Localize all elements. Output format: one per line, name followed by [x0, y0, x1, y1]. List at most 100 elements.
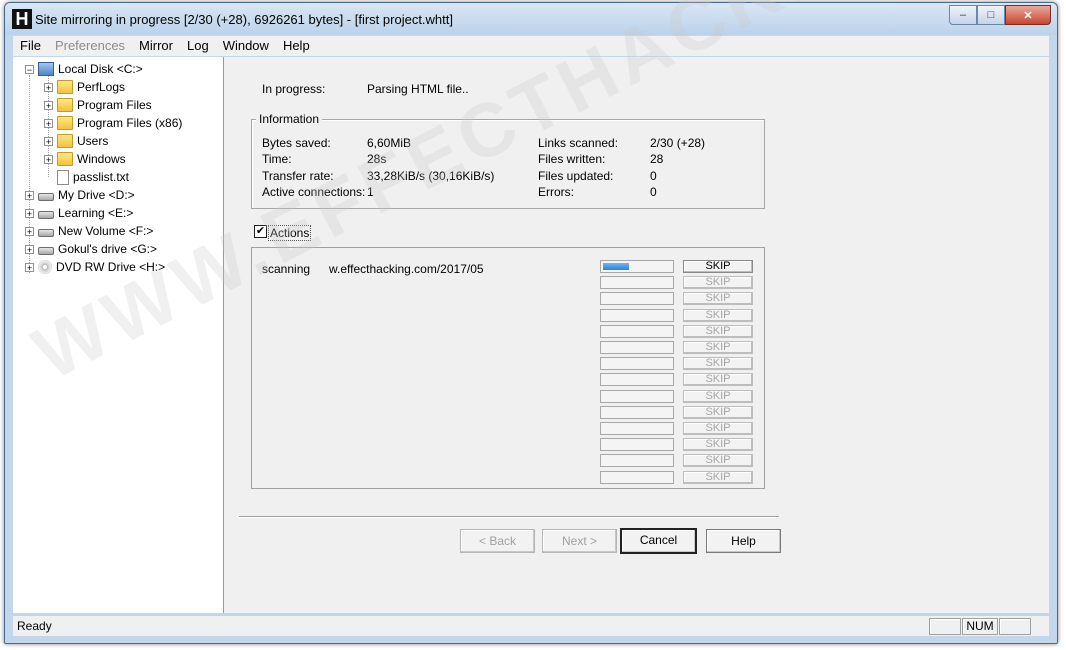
- menu-mirror[interactable]: Mirror: [132, 36, 180, 56]
- status-pane-empty: [929, 618, 961, 635]
- menu-bar: File Preferences Mirror Log Window Help: [13, 36, 1049, 56]
- active-connections-label: Active connections:: [262, 185, 366, 199]
- expand-toggle[interactable]: +: [25, 226, 34, 236]
- tree-item-passlist[interactable]: passlist.txt: [44, 168, 129, 186]
- skip-button[interactable]: SKIP: [683, 260, 753, 273]
- httrack-app-icon: H: [12, 9, 32, 29]
- folder-icon: [57, 152, 73, 166]
- action-status: scanning: [262, 262, 311, 276]
- expand-toggle[interactable]: +: [25, 190, 34, 200]
- skip-button[interactable]: SKIP: [683, 324, 753, 338]
- num-lock-indicator: NUM: [962, 618, 998, 635]
- skip-button[interactable]: SKIP: [683, 276, 753, 290]
- transfer-rate-label: Transfer rate:: [262, 169, 334, 183]
- help-button[interactable]: Help: [706, 529, 781, 553]
- expand-toggle[interactable]: +: [44, 136, 53, 146]
- skip-button[interactable]: SKIP: [683, 389, 753, 403]
- action-progress-bar: [600, 324, 674, 338]
- close-button[interactable]: ✕: [1005, 5, 1051, 25]
- menu-help[interactable]: Help: [276, 36, 317, 56]
- maximize-button[interactable]: □: [977, 5, 1005, 25]
- window-title: Site mirroring in progress [2/30 (+28), …: [35, 12, 453, 27]
- menu-window[interactable]: Window: [216, 36, 276, 56]
- expand-toggle[interactable]: +: [25, 208, 34, 218]
- minimize-button[interactable]: –: [949, 5, 977, 25]
- skip-button[interactable]: SKIP: [683, 454, 753, 468]
- skip-button[interactable]: SKIP: [683, 470, 753, 484]
- skip-button[interactable]: SKIP: [683, 357, 753, 371]
- actions-checkbox-label[interactable]: Actions: [268, 225, 312, 241]
- in-progress-value: Parsing HTML file..: [367, 82, 469, 96]
- tree-item-perflogs[interactable]: + PerfLogs: [44, 78, 125, 96]
- title-bar[interactable]: H Site mirroring in progress [2/30 (+28)…: [5, 3, 1057, 35]
- system-drive-icon: [38, 62, 54, 76]
- menu-file[interactable]: File: [13, 36, 48, 56]
- time-label: Time:: [262, 152, 292, 166]
- menu-log[interactable]: Log: [180, 36, 216, 56]
- tree-item-label: My Drive <D:>: [58, 188, 135, 202]
- in-progress-label: In progress:: [262, 82, 326, 96]
- tree-item-windows[interactable]: + Windows: [44, 150, 126, 168]
- progress-fill: [603, 263, 629, 270]
- tree-item-new-volume[interactable]: + New Volume <F:>: [25, 222, 153, 240]
- cancel-button[interactable]: Cancel: [620, 528, 697, 554]
- time-value: 28s: [367, 152, 387, 166]
- files-updated-label: Files updated:: [538, 169, 614, 183]
- tree-item-learning[interactable]: + Learning <E:>: [25, 204, 133, 222]
- action-progress-bar: [600, 422, 674, 435]
- expand-toggle[interactable]: +: [25, 262, 34, 272]
- hard-drive-icon: [38, 247, 54, 255]
- skip-button[interactable]: SKIP: [683, 373, 753, 387]
- next-button[interactable]: Next >: [542, 529, 617, 553]
- tree-item-label: DVD RW Drive <H:>: [56, 260, 166, 274]
- action-progress-bar: [600, 373, 674, 387]
- expand-toggle[interactable]: +: [44, 82, 53, 92]
- action-progress-bar: [600, 260, 674, 273]
- tree-item-program-files[interactable]: + Program Files: [44, 96, 152, 114]
- skip-button[interactable]: SKIP: [683, 341, 753, 354]
- errors-label: Errors:: [538, 185, 574, 199]
- tree-item-label: Program Files: [77, 98, 152, 112]
- collapse-toggle[interactable]: −: [25, 64, 34, 74]
- tree-item-label: New Volume <F:>: [58, 224, 154, 238]
- dvd-drive-icon: [38, 260, 52, 274]
- skip-button[interactable]: SKIP: [683, 405, 753, 419]
- tree-item-program-files-x86[interactable]: + Program Files (x86): [44, 114, 182, 132]
- expand-toggle[interactable]: +: [44, 100, 53, 110]
- skip-button[interactable]: SKIP: [683, 292, 753, 306]
- errors-value: 0: [650, 185, 657, 199]
- hard-drive-icon: [38, 229, 54, 237]
- back-button[interactable]: < Back: [460, 529, 535, 553]
- actions-checkbox[interactable]: ✔: [254, 225, 267, 238]
- wizard-separator: [239, 516, 779, 518]
- skip-button[interactable]: SKIP: [683, 438, 753, 452]
- action-progress-bar: [600, 341, 674, 354]
- tree-item-users[interactable]: + Users: [44, 132, 108, 150]
- folder-icon: [57, 80, 73, 94]
- expand-toggle[interactable]: +: [44, 154, 53, 164]
- links-scanned-label: Links scanned:: [538, 136, 619, 150]
- tree-item-gokul-drive[interactable]: + Gokul's drive <G:>: [25, 240, 157, 258]
- menu-preferences[interactable]: Preferences: [48, 36, 132, 56]
- tree-item-label: passlist.txt: [73, 170, 130, 184]
- app-window: H Site mirroring in progress [2/30 (+28)…: [4, 2, 1058, 644]
- status-pane-empty: [999, 618, 1031, 635]
- tree-item-my-drive[interactable]: + My Drive <D:>: [25, 186, 135, 204]
- skip-button[interactable]: SKIP: [683, 422, 753, 435]
- tree-item-local-disk[interactable]: − Local Disk <C:>: [25, 60, 143, 78]
- skip-button[interactable]: SKIP: [683, 308, 753, 322]
- caption-buttons: – □ ✕: [949, 5, 1051, 25]
- tree-item-label: Users: [77, 134, 109, 148]
- files-written-label: Files written:: [538, 152, 606, 166]
- folder-icon: [57, 116, 73, 130]
- tree-item-dvd-drive[interactable]: + DVD RW Drive <H:>: [25, 258, 165, 276]
- folder-icon: [57, 98, 73, 112]
- expand-toggle[interactable]: +: [44, 118, 53, 128]
- action-progress-bar: [600, 470, 674, 484]
- folder-tree[interactable]: − Local Disk <C:> + PerfLogs + Program F…: [13, 57, 224, 613]
- tree-item-label: PerfLogs: [77, 80, 126, 94]
- expand-toggle[interactable]: +: [25, 244, 34, 254]
- action-progress-bar: [600, 276, 674, 290]
- tree-item-label: Windows: [77, 152, 126, 166]
- action-progress-bar: [600, 389, 674, 403]
